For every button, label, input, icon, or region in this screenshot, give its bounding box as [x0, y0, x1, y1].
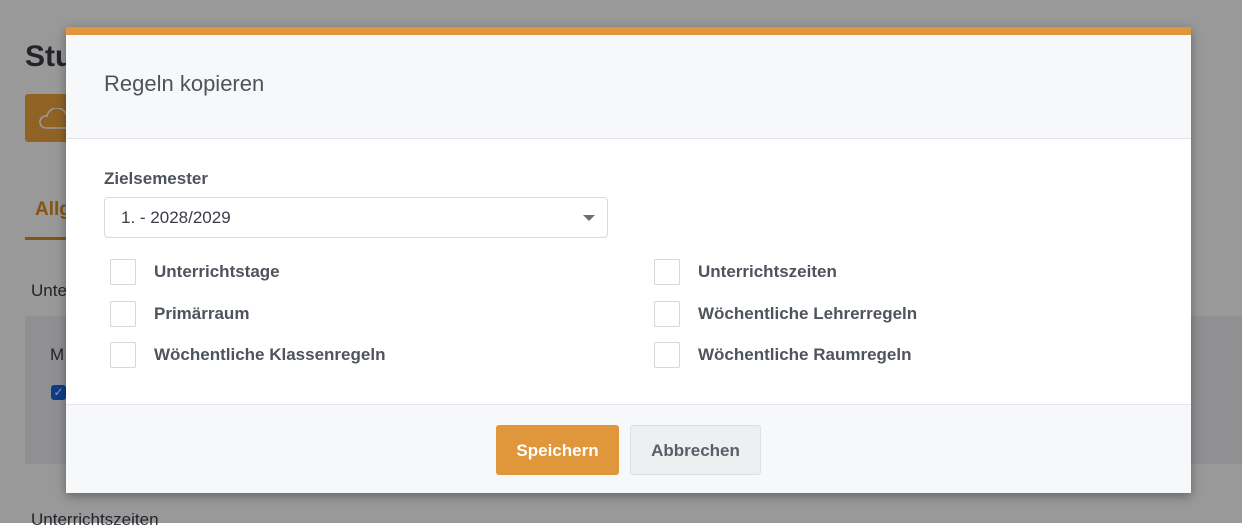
checkbox-weekly-class-rules[interactable] [110, 342, 136, 368]
modal-footer: Speichern Abbrechen [66, 404, 1191, 493]
option-label: Unterrichtszeiten [698, 262, 837, 281]
option-label: Wöchentliche Raumregeln [698, 345, 912, 364]
modal-accent-bar [66, 27, 1191, 35]
checkbox-weekly-teacher-rules[interactable] [654, 301, 680, 327]
modal-header: Regeln kopieren [66, 35, 1191, 139]
save-button[interactable]: Speichern [496, 425, 619, 475]
checkbox-teaching-days[interactable] [110, 259, 136, 285]
option-label: Wöchentliche Lehrerregeln [698, 304, 918, 323]
modal-title: Regeln kopieren [104, 71, 265, 96]
checkbox-weekly-room-rules[interactable] [654, 342, 680, 368]
target-semester-label: Zielsemester [104, 169, 208, 188]
checkbox-teaching-times[interactable] [654, 259, 680, 285]
chevron-down-icon [583, 215, 595, 221]
cancel-button-label: Abbrechen [651, 441, 740, 460]
target-semester-value: 1. - 2028/2029 [121, 208, 231, 227]
option-label: Wöchentliche Klassenregeln [154, 345, 386, 364]
cancel-button[interactable]: Abbrechen [630, 425, 761, 475]
option-label: Primärraum [154, 304, 250, 323]
checkbox-primary-room[interactable] [110, 301, 136, 327]
modal-body: Zielsemester 1. - 2028/2029 Unterrichtst… [66, 139, 1191, 405]
save-button-label: Speichern [516, 441, 599, 460]
copy-rules-dialog: Regeln kopieren Zielsemester 1. - 2028/2… [66, 27, 1191, 493]
option-label: Unterrichtstage [154, 262, 280, 281]
target-semester-select[interactable]: 1. - 2028/2029 [104, 197, 608, 238]
